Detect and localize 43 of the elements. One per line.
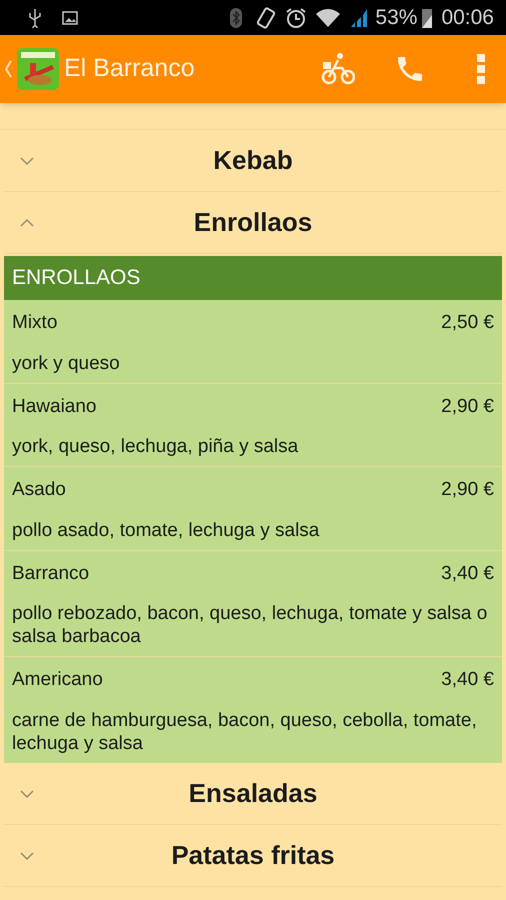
category-title: Ensaladas (188, 776, 318, 810)
item-price: 2,50 € (441, 311, 494, 335)
category-title: Enrollaos (194, 206, 312, 239)
wifi-icon (315, 8, 342, 28)
item-description: pollo asado, tomate, lechuga y salsa (12, 518, 320, 542)
phone-rotate-icon (255, 6, 278, 28)
alarm-icon (285, 6, 308, 28)
item-price: 2,90 € (441, 394, 494, 418)
bluetooth-icon (229, 6, 244, 28)
category-title: Patatas fritas (171, 838, 335, 872)
item-name: Mixto (12, 311, 58, 335)
app-title: El Barranco (64, 53, 195, 84)
item-name: Americano (12, 668, 103, 692)
item-name: Barranco (12, 562, 90, 586)
category-row[interactable]: Enrollaos (4, 192, 502, 254)
item-description: carne de hamburguesa, bacon, queso, cebolla, tomate, lechuga y salsa (12, 708, 478, 756)
app-logo-icon (16, 47, 60, 91)
battery-percent: 53% (375, 4, 418, 31)
item-price: 2,90 € (441, 478, 494, 502)
category-row[interactable]: Ensaladas (4, 762, 502, 824)
image-icon (62, 10, 78, 24)
item-name: Hawaiano (12, 394, 96, 418)
category-row[interactable]: Kebab (4, 130, 502, 192)
expand-caret-icon (20, 788, 34, 798)
item-description: york, queso, lechuga, piña y salsa (12, 435, 300, 459)
section-header: ENROLLAOS (4, 256, 502, 300)
back-caret-icon (4, 60, 12, 78)
item-price: 3,40 € (441, 562, 494, 586)
expand-caret-icon (20, 156, 34, 166)
item-name: Asado (12, 478, 66, 502)
item-price: 3,40 € (441, 668, 494, 692)
battery-icon (421, 6, 434, 28)
clock: 00:06 (441, 4, 494, 31)
category-row[interactable]: Patatas fritas (4, 824, 502, 886)
usb-icon (28, 8, 42, 28)
category-title: Kebab (213, 144, 293, 177)
item-description: york y queso (12, 352, 121, 376)
menu-icon (477, 54, 485, 84)
collapse-caret-icon (20, 218, 34, 228)
bicycle-courier-icon (321, 52, 355, 86)
item-description: pollo rebozado, bacon, queso, lechuga, tomate y salsa o salsa barbacoa (12, 602, 488, 649)
app-logo-button[interactable] (4, 47, 60, 91)
expand-caret-icon (20, 850, 34, 860)
